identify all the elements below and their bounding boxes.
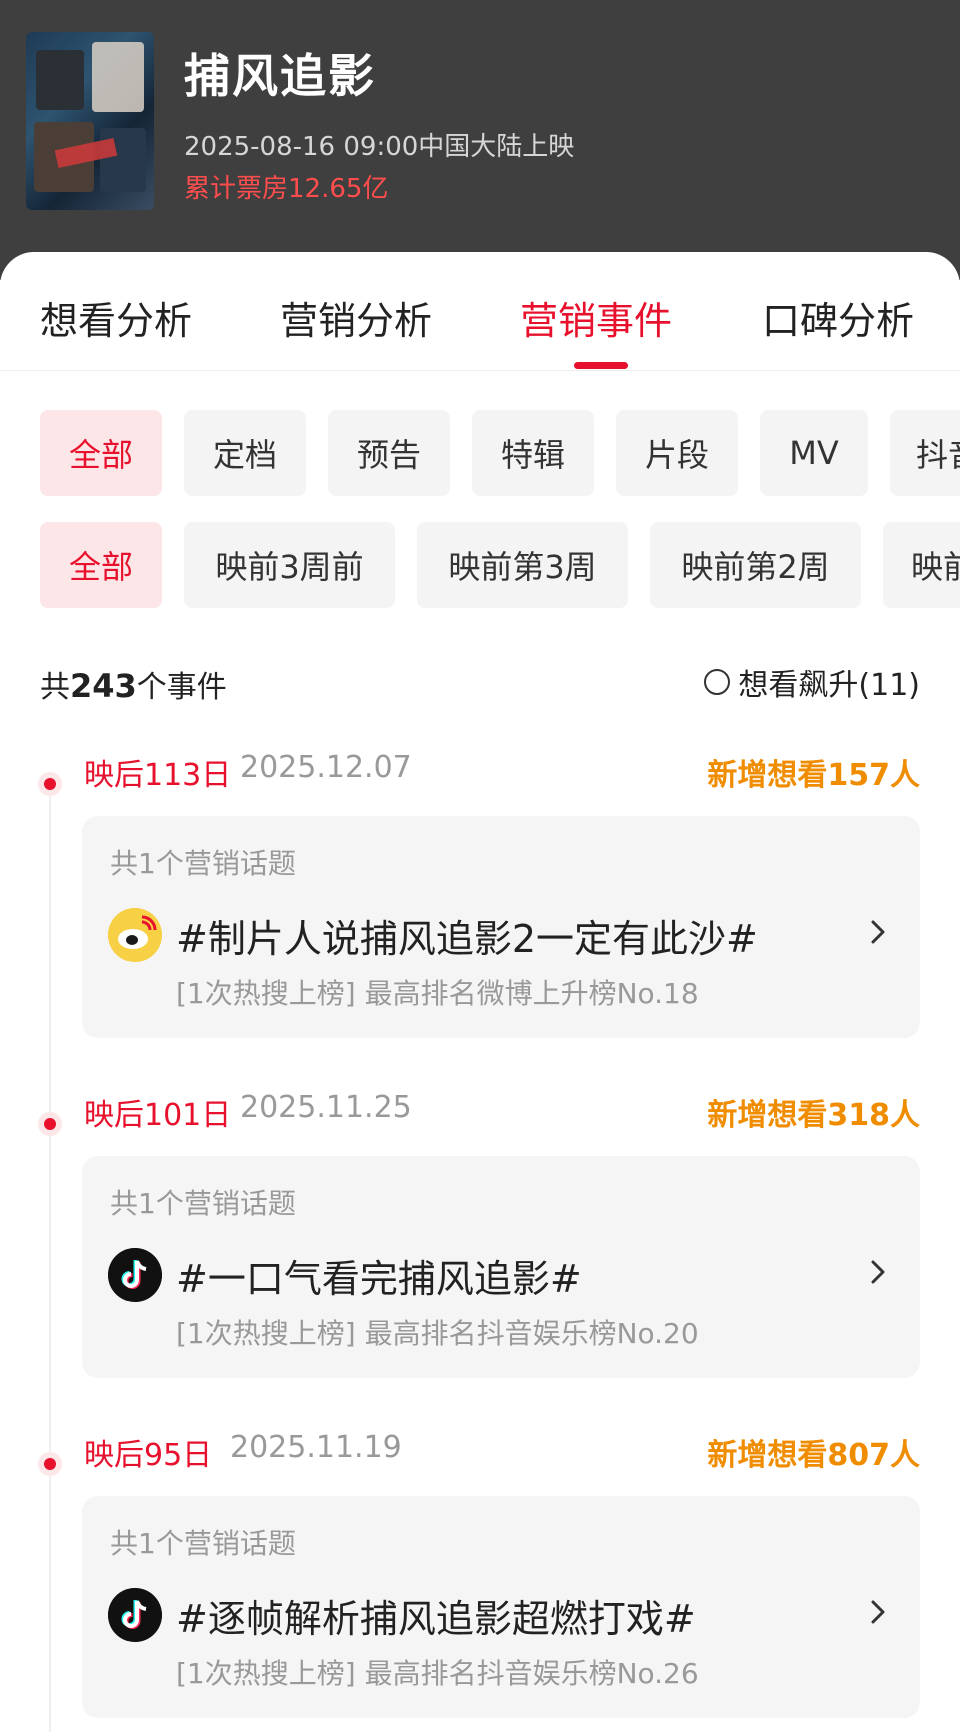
topic-detail: [1次热搜上榜] 最高排名抖音娱乐榜No.26 — [176, 1657, 699, 1690]
event-count: 共243个事件 — [40, 667, 227, 705]
period-filter-week3[interactable]: 映前第3周 — [417, 522, 628, 608]
tab-want-analysis[interactable]: 想看分析 — [40, 290, 192, 345]
type-filter-featurette[interactable]: 特辑 — [472, 410, 594, 496]
movie-title: 捕风追影 — [184, 49, 376, 103]
topic-count: 共1个营销话题 — [110, 1187, 296, 1220]
topic-title: #制片人说捕风追影2一定有此沙# — [176, 917, 758, 961]
period-filter-all[interactable]: 全部 — [40, 522, 162, 608]
topic-title: #一口气看完捕风追影# — [176, 1257, 582, 1301]
analysis-tabs: 想看分析 营销分析 营销事件 口碑分析 — [0, 252, 960, 371]
tab-marketing-events[interactable]: 营销事件 — [520, 290, 672, 345]
chevron-right-icon[interactable] — [858, 912, 898, 952]
tab-reputation-analysis[interactable]: 口碑分析 — [762, 290, 914, 345]
timeline-dot — [38, 772, 62, 796]
douyin-icon — [108, 1588, 162, 1642]
chevron-right-icon[interactable] — [858, 1252, 898, 1292]
type-filter-douyin[interactable]: 抖音 — [890, 410, 960, 496]
period-filter-week2[interactable]: 映前第2周 — [650, 522, 861, 608]
topic-count: 共1个营销话题 — [110, 1527, 296, 1560]
event-date: 2025.11.25 — [240, 1090, 412, 1125]
content-sheet: 想看分析 营销分析 营销事件 口碑分析 全部 定档 预告 特辑 片段 MV 抖音… — [0, 252, 960, 1732]
type-filter-trailer[interactable]: 预告 — [328, 410, 450, 496]
event-want-count: 新增想看157人 — [707, 758, 920, 793]
timeline-line — [49, 772, 51, 1732]
movie-poster[interactable] — [26, 32, 154, 210]
event-want-count: 新增想看318人 — [707, 1098, 920, 1133]
event-card[interactable]: 共1个营销话题 #一口气看完捕风追影# [1次热搜上榜] 最高排名抖音娱乐榜No… — [82, 1156, 920, 1378]
release-info: 2025-08-16 09:00中国大陆上映 — [184, 132, 575, 162]
movie-header: 捕风追影 2025-08-16 09:00中国大陆上映 累计票房12.65亿 — [0, 0, 960, 280]
event-card[interactable]: 共1个营销话题 #制片人说捕风追影2一定有此沙# [1次热搜上榜] 最高排名微博… — [82, 816, 920, 1038]
active-tab-indicator — [574, 362, 628, 369]
type-filter-row: 全部 定档 预告 特辑 片段 MV 抖音 — [0, 410, 960, 496]
timeline-dot — [38, 1112, 62, 1136]
event-want-count: 新增想看807人 — [707, 1438, 920, 1473]
topic-title: #逐帧解析捕风追影超燃打戏# — [176, 1597, 696, 1641]
type-filter-schedule[interactable]: 定档 — [184, 410, 306, 496]
douyin-icon — [108, 1248, 162, 1302]
event-day: 映后113日 — [84, 758, 232, 793]
period-filter-3weeks-before[interactable]: 映前3周前 — [184, 522, 395, 608]
event-card[interactable]: 共1个营销话题 #逐帧解析捕风追影超燃打戏# [1次热搜上榜] 最高排名抖音娱乐… — [82, 1496, 920, 1718]
event-day: 映后101日 — [84, 1098, 232, 1133]
event-date: 2025.12.07 — [240, 750, 412, 785]
event-date: 2025.11.19 — [230, 1430, 402, 1465]
timeline-dot — [38, 1452, 62, 1476]
type-filter-clip[interactable]: 片段 — [616, 410, 738, 496]
type-filter-all[interactable]: 全部 — [40, 410, 162, 496]
want-surge-filter[interactable]: 想看飙升(11) — [704, 660, 920, 704]
topic-detail: [1次热搜上榜] 最高排名微博上升榜No.18 — [176, 977, 699, 1010]
weibo-icon — [108, 908, 162, 962]
tab-marketing-analysis[interactable]: 营销分析 — [280, 290, 432, 345]
topic-count: 共1个营销话题 — [110, 847, 296, 880]
period-filter-row: 全部 映前3周前 映前第3周 映前第2周 映前 — [0, 522, 960, 608]
boxoffice-total: 累计票房12.65亿 — [184, 174, 389, 204]
chevron-right-icon[interactable] — [858, 1592, 898, 1632]
event-day: 映后95日 — [84, 1438, 213, 1473]
type-filter-mv[interactable]: MV — [760, 410, 868, 496]
period-filter-more[interactable]: 映前 — [883, 522, 960, 608]
topic-detail: [1次热搜上榜] 最高排名抖音娱乐榜No.20 — [176, 1317, 699, 1350]
radio-icon[interactable] — [704, 669, 731, 695]
